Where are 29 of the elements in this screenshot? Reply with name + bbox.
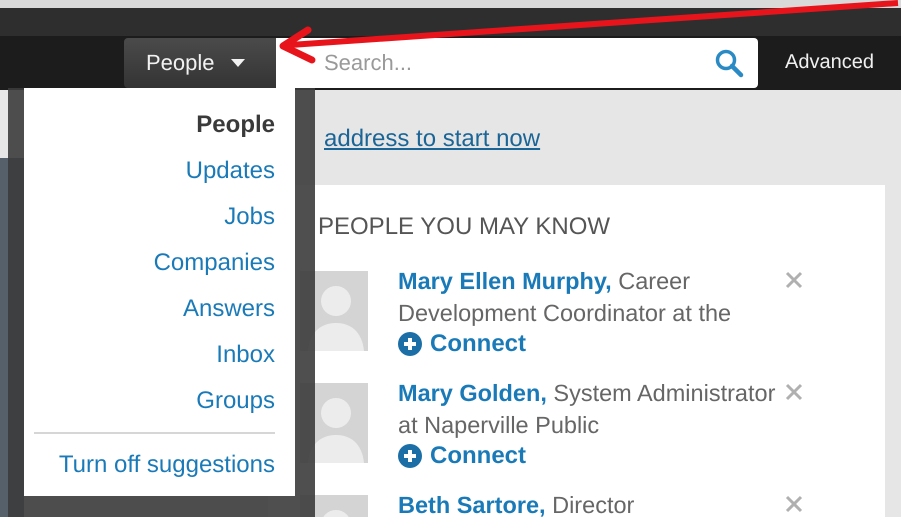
connect-link[interactable]: Connect bbox=[398, 442, 526, 470]
menu-item[interactable]: Jobs bbox=[224, 194, 275, 240]
person-summary: Beth Sartore, Director bbox=[398, 491, 636, 517]
close-icon[interactable] bbox=[785, 271, 803, 289]
menu-item[interactable]: Groups bbox=[196, 378, 275, 424]
person-name-link[interactable]: Beth Sartore, bbox=[398, 492, 546, 517]
advanced-search-link[interactable]: Advanced bbox=[785, 51, 874, 74]
person-name-link[interactable]: Mary Golden, bbox=[398, 380, 547, 406]
connect-link[interactable]: Connect bbox=[398, 330, 526, 358]
search-input[interactable]: Search... bbox=[322, 49, 714, 77]
search-scope-dropdown[interactable]: People bbox=[124, 38, 276, 88]
person-summary: Mary Golden, System Administrator at Naperville Public bbox=[398, 379, 776, 440]
menu-item[interactable]: Updates bbox=[186, 148, 275, 194]
close-icon[interactable] bbox=[785, 383, 803, 401]
menu-item[interactable]: People bbox=[196, 102, 275, 148]
plus-circle-icon bbox=[398, 332, 422, 356]
plus-circle-icon bbox=[398, 444, 422, 468]
email-address-link[interactable]: address to start now bbox=[324, 124, 540, 152]
caret-icon bbox=[230, 59, 245, 67]
menu-item[interactable]: Answers bbox=[182, 286, 275, 332]
search-field[interactable]: Search... bbox=[276, 38, 758, 88]
menu-item[interactable]: Companies bbox=[154, 240, 275, 286]
person-summary: Mary Ellen Murphy, Career Development Coordinator at the bbox=[398, 267, 732, 328]
person-name-link[interactable]: Mary Ellen Murphy, bbox=[398, 268, 612, 294]
search-icon[interactable] bbox=[714, 48, 744, 78]
menu-item[interactable]: Inbox bbox=[216, 332, 275, 378]
section-title: PEOPLE YOU MAY KNOW bbox=[318, 213, 612, 241]
close-icon[interactable] bbox=[785, 495, 803, 513]
menu-item[interactable]: Turn off suggestions bbox=[58, 442, 275, 488]
